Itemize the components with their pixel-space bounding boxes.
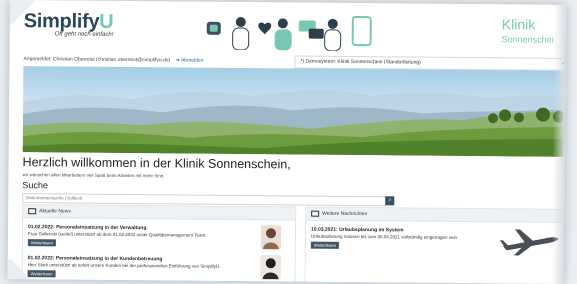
user-info: Angemeldet: Christian Oberreist (christi… bbox=[23, 56, 203, 64]
news-item-text: Frau Gallenski (seidel) unterstützt ab d… bbox=[27, 231, 207, 238]
news-panel-title: Aktuelle News bbox=[39, 208, 71, 215]
role-select-value: *) Demosystem: Klinik Sonnenschein (Stan… bbox=[300, 58, 421, 66]
read-more-button[interactable]: Weiterlesen bbox=[310, 241, 339, 249]
logo-slogan: Oft geht noch einfach! bbox=[54, 31, 114, 38]
search-title: Suche bbox=[22, 180, 48, 191]
landscape-image bbox=[22, 90, 566, 157]
news-panel: Aktuelle News 01.02.2022: Personaleinsat… bbox=[21, 204, 297, 284]
logout-link[interactable]: ➜ Abmelden bbox=[176, 57, 204, 63]
page-corner bbox=[7, 258, 34, 280]
page-edge-shadow bbox=[551, 4, 566, 284]
news-panel-header: Aktuelle News bbox=[23, 205, 296, 221]
info-panel-title: Weitere Nachrichten bbox=[322, 210, 368, 218]
page-corner bbox=[9, 0, 36, 27]
header-illustration bbox=[206, 16, 372, 52]
hero-banner bbox=[22, 66, 566, 157]
avatar bbox=[260, 255, 281, 280]
logout-label: Abmelden bbox=[180, 57, 204, 64]
clinic-title: Klinik bbox=[501, 16, 536, 33]
welcome-subtext: wir wünschen allen Mitarbeitern viel Spa… bbox=[22, 172, 165, 179]
news-item-text: Herr Stork unterstützt ab sofort unsere … bbox=[27, 262, 221, 269]
logo-accent: U bbox=[99, 10, 114, 33]
search-icon[interactable]: ⌕ bbox=[385, 196, 395, 206]
news-icon bbox=[311, 210, 320, 217]
news-item-title: 01.02.2022: Personaleinsatzung in der Ku… bbox=[27, 255, 163, 263]
page-sheet: SimplifyU Oft geht noch einfach! Klinik … bbox=[7, 0, 566, 284]
logged-in-user: Angemeldet: Christian Oberreist (christi… bbox=[23, 56, 171, 64]
logo[interactable]: SimplifyU bbox=[24, 10, 114, 34]
news-item-title: 01.02.2022: Personaleinsatzung in der Ve… bbox=[27, 224, 147, 232]
header: SimplifyU Oft geht noch einfach! Klinik … bbox=[9, 0, 566, 57]
info-item-title: 10.03.2021: Urlaubsplanung im System bbox=[310, 226, 404, 234]
welcome-heading: Herzlich willkommen in der Klinik Sonnen… bbox=[22, 155, 291, 172]
read-more-button[interactable]: Weiterlesen bbox=[27, 239, 56, 247]
clinic-subtitle: Sonnenschei bbox=[501, 34, 554, 45]
news-icon bbox=[28, 208, 37, 215]
info-panel-header: Weitere Nachrichten bbox=[306, 207, 563, 223]
avatar bbox=[260, 225, 282, 250]
info-item-text: Urlaubsplanung müssen bis zum 30.04.2021… bbox=[310, 233, 459, 240]
